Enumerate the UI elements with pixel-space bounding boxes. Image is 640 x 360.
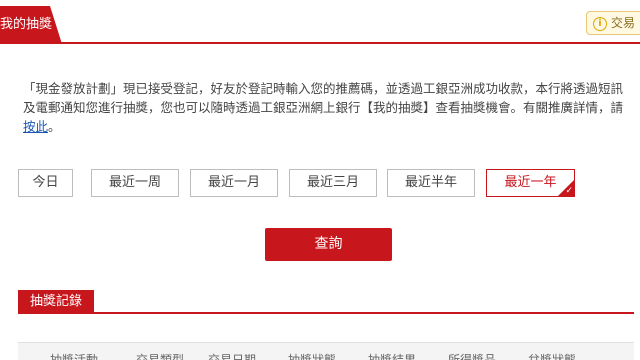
- column-header-status: 抽獎狀態: [288, 353, 337, 360]
- check-icon: ✓: [565, 186, 573, 196]
- lucky-draw-page: 我的抽獎 i 交易 「現金發放計劃」現已接受登記，好友於登記時輸入您的推薦碼，並透…: [0, 0, 640, 360]
- details-link[interactable]: 按此: [23, 119, 48, 134]
- filter-last-3-months-button[interactable]: 最近三月: [289, 169, 377, 197]
- column-header-activity: 抽獎活動: [50, 353, 99, 360]
- filter-last-6-months-button[interactable]: 最近半年: [387, 169, 475, 197]
- column-header-prize: 所得獎品: [448, 353, 497, 360]
- filter-last-year-button[interactable]: 最近一年 ✓: [486, 169, 575, 197]
- column-header-date: 交易日期: [208, 353, 257, 360]
- filter-last-month-button[interactable]: 最近一月: [190, 169, 278, 197]
- query-button[interactable]: 查詢: [265, 228, 392, 261]
- notice-label: 交易: [611, 16, 636, 30]
- tab-label: 我的抽獎: [0, 17, 53, 32]
- tab-bar: 我的抽獎 i 交易: [0, 0, 640, 44]
- records-table-header: 抽獎活動 交易類型 交易日期 抽獎狀態 抽獎結果 所得獎品 兌獎狀態: [18, 342, 634, 360]
- records-section-header: 抽獎記錄: [18, 290, 634, 314]
- column-header-result: 抽獎結果: [368, 353, 417, 360]
- column-header-redeem-status: 兌獎狀態: [528, 353, 577, 360]
- records-title: 抽獎記錄: [18, 290, 95, 314]
- filter-last-week-button[interactable]: 最近一周: [91, 169, 179, 197]
- promotion-description: 「現金發放計劃」現已接受登記，好友於登記時輸入您的推薦碼，並透過工銀亞洲成功收款…: [23, 79, 623, 136]
- info-icon: i: [593, 16, 607, 31]
- tab-my-lucky-draw[interactable]: 我的抽獎: [0, 6, 62, 44]
- column-header-type: 交易類型: [136, 353, 185, 360]
- description-text: 「現金發放計劃」現已接受登記，好友於登記時輸入您的推薦碼，並透過工銀亞洲成功收款…: [23, 81, 624, 115]
- filter-last-year-label: 最近一年: [504, 175, 557, 190]
- notice-badge[interactable]: i 交易: [586, 11, 640, 35]
- description-end: 。: [48, 119, 61, 134]
- period-filter-group: 今日 最近一周 最近一月 最近三月 最近半年 最近一年 ✓: [18, 169, 578, 197]
- filter-today-button[interactable]: 今日: [18, 169, 73, 197]
